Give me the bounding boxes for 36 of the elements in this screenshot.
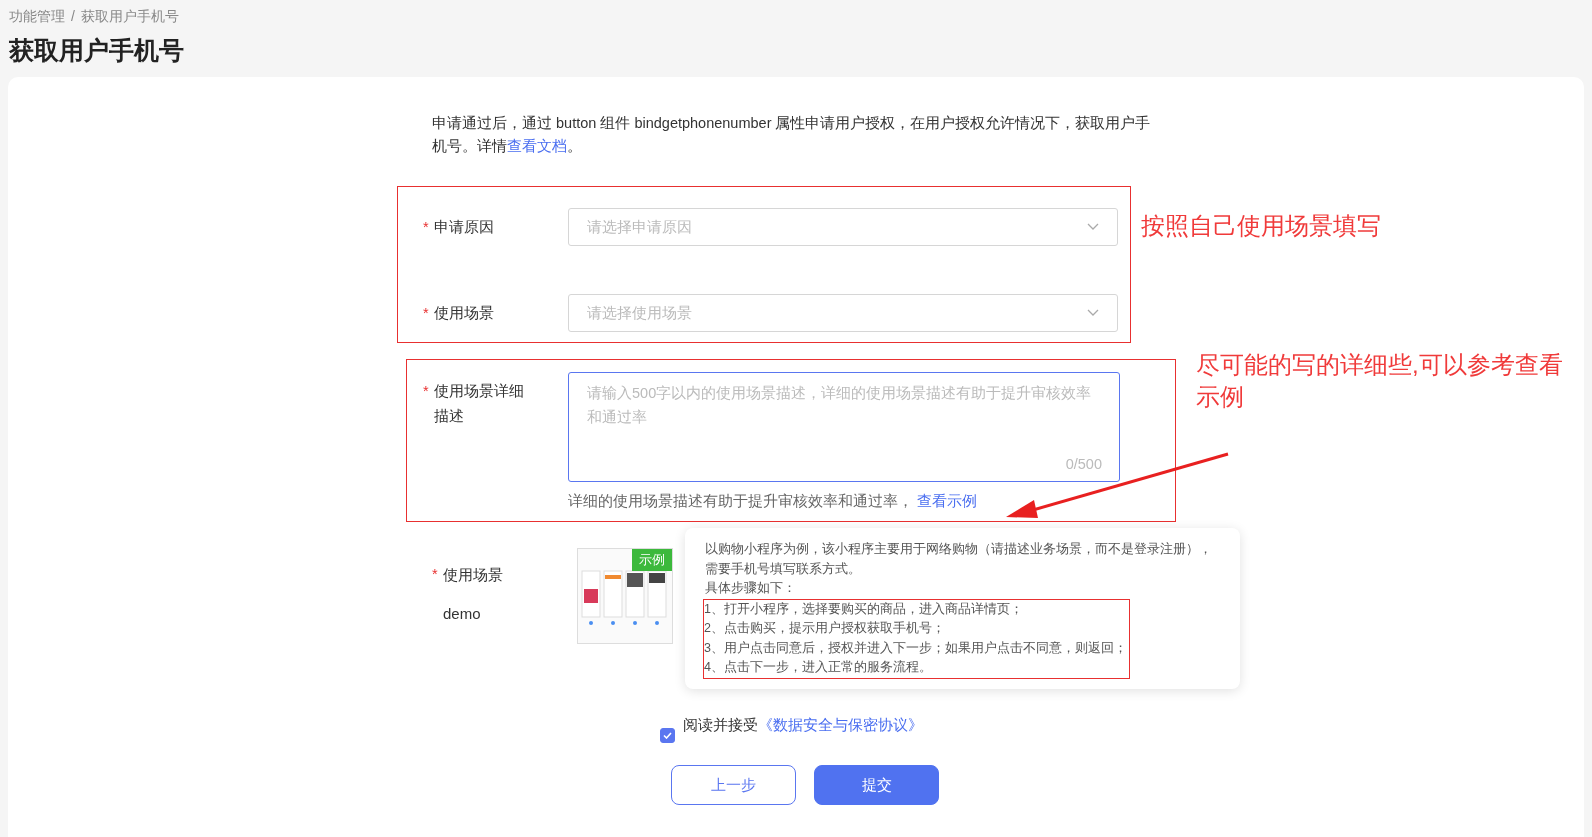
intro-text: 申请通过后，通过 button 组件 bindgetphonenumber 属性申请用户授权，在用户授权允许情况下，获取用户手机号。详情查看文档。 <box>432 114 1152 156</box>
agreement-checkbox[interactable] <box>660 728 675 743</box>
view-example-link[interactable]: 查看示例 <box>917 493 978 509</box>
step-text: 2、点击购买，提示用户授权获取手机号； <box>704 620 946 637</box>
breadcrumb-item[interactable]: 获取用户手机号 <box>80 8 179 26</box>
help-text: 详细的使用场景描述有助于提升审核效率和通过率， 查看示例 <box>568 492 979 511</box>
field-label: 申请原因 <box>434 218 495 237</box>
breadcrumb-item[interactable]: 功能管理 <box>9 8 65 26</box>
example-badge: 示例 <box>632 549 672 571</box>
annotation-text: 按照自己使用场景填写 <box>1141 211 1381 241</box>
required-mark: * <box>432 566 439 584</box>
breadcrumb-separator: / <box>71 8 75 26</box>
annotation-text: 尽可能的写的详细些,可以参考查看示例 <box>1196 350 1564 412</box>
required-mark: * <box>423 382 430 401</box>
docs-link[interactable]: 查看文档 <box>507 138 567 154</box>
step-text: 4、点击下一步，进入正常的服务流程。 <box>704 659 933 676</box>
field-value: demo <box>442 604 482 622</box>
page-title: 获取用户手机号 <box>9 35 185 66</box>
agreement-text: 阅读并接受《数据安全与保密协议》 <box>683 716 923 735</box>
field-label: 使用场景 <box>443 566 504 585</box>
field-label: 使用场景 <box>434 304 495 323</box>
step-text: 3、用户点击同意后，授权并进入下一步；如果用户点击不同意，则返回； <box>704 639 1128 657</box>
popover-text: 具体步骤如下： <box>705 580 797 597</box>
chevron-down-icon <box>1087 223 1099 231</box>
required-mark: * <box>423 304 430 323</box>
step-text: 1、打开小程序，选择要购买的商品，进入商品详情页； <box>704 600 1024 618</box>
back-button[interactable]: 上一步 <box>671 765 796 805</box>
agreement-link[interactable]: 《数据安全与保密协议》 <box>758 717 923 733</box>
chevron-down-icon <box>1087 309 1099 317</box>
field-label: 使用场景详细描述 <box>434 382 525 426</box>
screenshot-thumbnail[interactable]: 示例 <box>577 548 673 644</box>
required-mark: * <box>423 218 430 237</box>
popover-text: 以购物小程序为例，该小程序主要用于网络购物（请描述业务场景，而不是登录注册），需要手机号填写联系方式。 <box>705 541 1213 578</box>
character-counter: 0/500 <box>1065 456 1102 472</box>
submit-button[interactable]: 提交 <box>814 765 939 805</box>
checkmark-icon <box>663 732 672 739</box>
